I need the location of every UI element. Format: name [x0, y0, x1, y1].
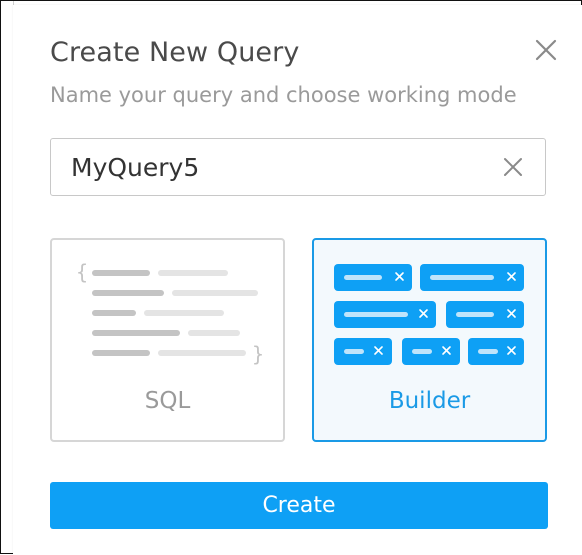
create-button[interactable]: Create	[50, 482, 548, 529]
clear-name-button[interactable]	[500, 154, 526, 180]
window-frame: Create New Query Name your query and cho…	[0, 0, 582, 555]
dialog-title: Create New Query	[50, 37, 300, 68]
clear-icon	[504, 158, 522, 176]
query-name-input[interactable]	[71, 149, 471, 185]
query-name-field	[50, 138, 546, 196]
sql-code-illustration: { }	[76, 260, 264, 366]
builder-chips-illustration	[334, 264, 524, 365]
mode-option-builder[interactable]: Builder	[312, 238, 547, 442]
svg-text:}: }	[252, 342, 264, 366]
mode-option-sql[interactable]: { } SQL	[50, 238, 285, 442]
mode-label-builder: Builder	[388, 388, 471, 414]
svg-text:{: {	[76, 260, 88, 284]
dialog-subtitle: Name your query and choose working mode	[50, 83, 517, 107]
close-button[interactable]	[531, 35, 561, 65]
close-icon	[535, 39, 557, 61]
mode-label-sql: SQL	[144, 388, 191, 414]
